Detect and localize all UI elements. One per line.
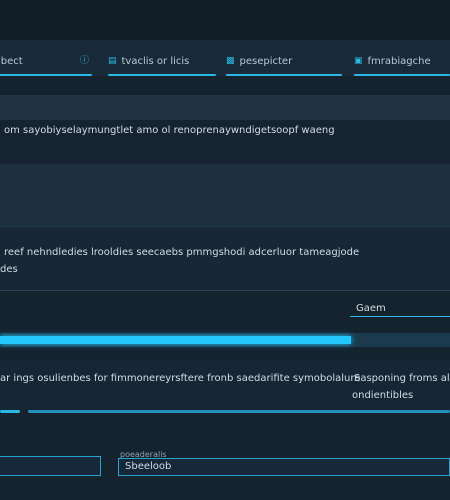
tab-prescriptions[interactable]: ▩ pesepicter xyxy=(226,50,342,76)
tab-label: pesepicter xyxy=(239,55,293,67)
tab-label: fmrabiagche xyxy=(367,55,431,67)
right-label: Gaem xyxy=(356,303,386,314)
heading-row: om sayobiyselaymungtlet amo ol renoprena… xyxy=(0,120,450,164)
description-panel: reef nehndledies lrooldies seecaebs pmmg… xyxy=(0,226,450,291)
divider xyxy=(0,290,450,291)
lower-row-right-text-2: ondientibles xyxy=(352,390,414,401)
value-input[interactable]: Sbeeloob xyxy=(118,458,450,476)
description-line-1: reef nehndledies lrooldies seecaebs pmmg… xyxy=(4,247,360,258)
tab-label: ibect xyxy=(0,55,23,67)
slider-left[interactable] xyxy=(0,410,20,413)
tab-fundraising[interactable]: ▣ fmrabiagche xyxy=(354,50,450,76)
top-strip xyxy=(0,0,450,40)
value-input-text: Sbeeloob xyxy=(125,461,172,472)
left-input[interactable] xyxy=(0,456,101,476)
lower-row-right-text: Sasponing froms ale xyxy=(354,373,450,384)
tab-bar: ibect ⓘ ▤ tvaclis or licis ▩ pesepicter … xyxy=(0,40,450,76)
heading-text: om sayobiyselaymungtlet amo ol renoprena… xyxy=(4,125,335,136)
section-band xyxy=(0,164,450,226)
toolbar-band xyxy=(0,95,450,120)
progress-bar xyxy=(0,333,450,347)
tab-object[interactable]: ibect ⓘ xyxy=(0,50,92,76)
description-line-2: des xyxy=(0,264,18,275)
lower-row-text: ar ings osulienbes for fimmonereyrsftere… xyxy=(0,373,361,384)
tab-label: tvaclis or licis xyxy=(121,55,190,67)
info-icon: ⓘ xyxy=(80,55,90,66)
shield-icon: ▩ xyxy=(226,55,235,66)
progress-fill xyxy=(0,336,351,344)
right-label-underline xyxy=(350,316,450,317)
tab-lists[interactable]: ▤ tvaclis or licis xyxy=(108,50,216,76)
lower-row: ar ings osulienbes for fimmonereyrsftere… xyxy=(0,360,450,410)
slider-track[interactable] xyxy=(28,410,450,413)
gift-icon: ▣ xyxy=(354,55,363,66)
list-icon: ▤ xyxy=(108,55,117,66)
